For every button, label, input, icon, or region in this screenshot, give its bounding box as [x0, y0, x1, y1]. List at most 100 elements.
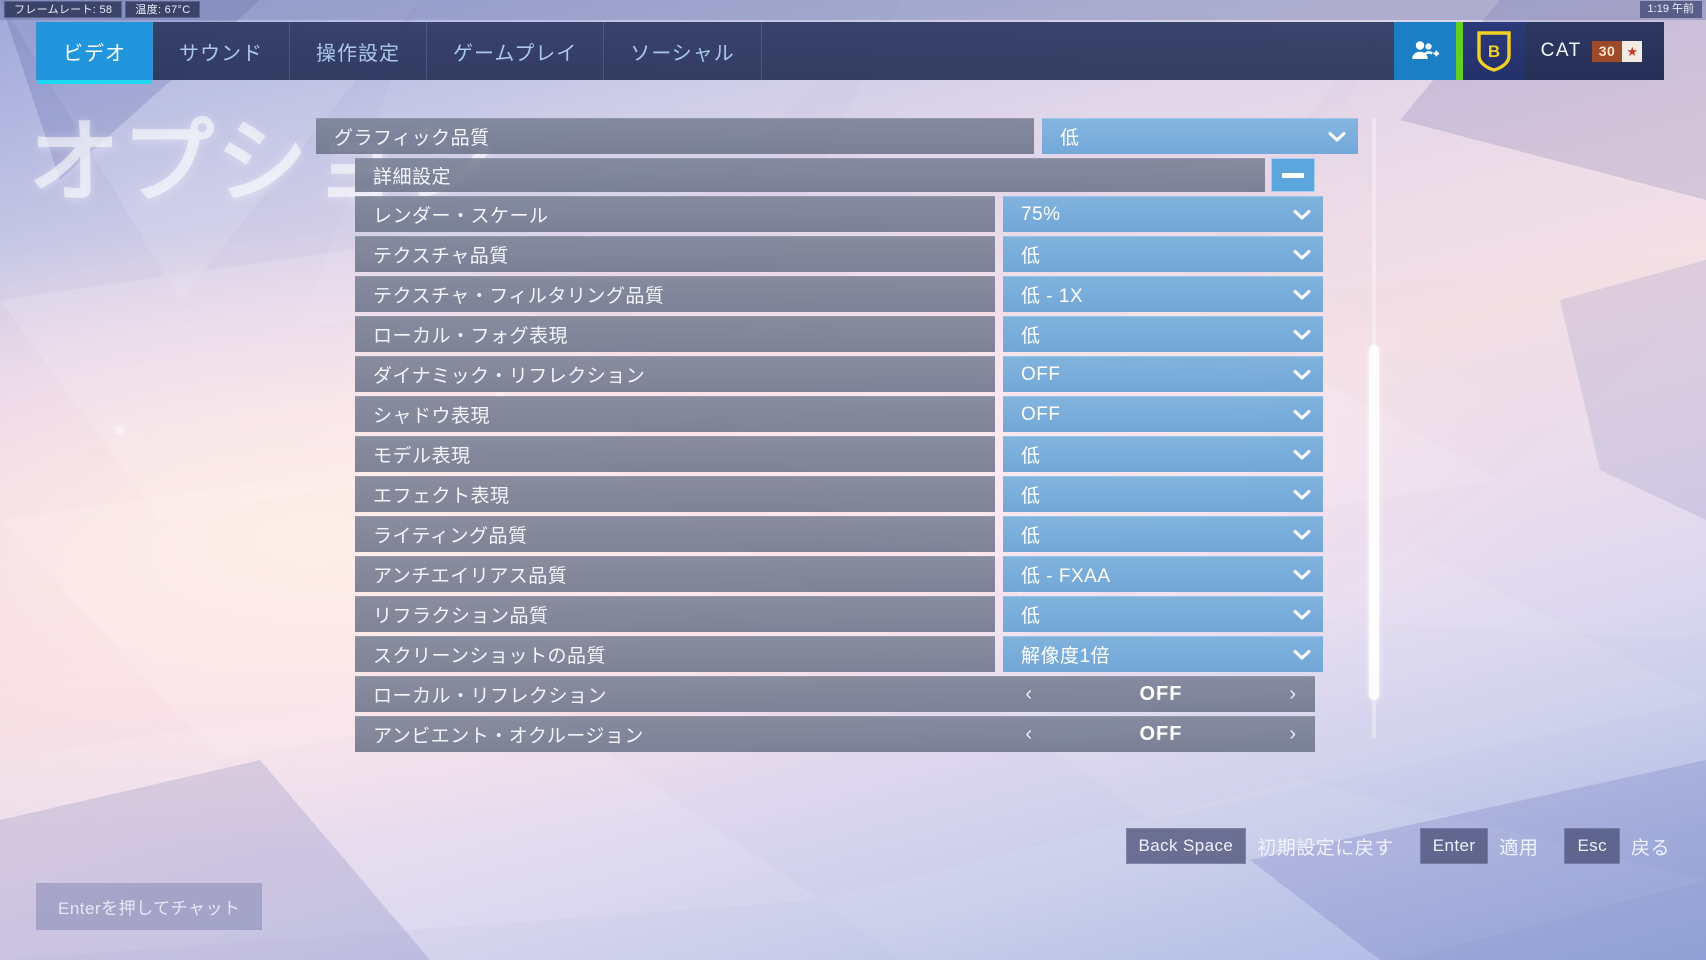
- setting-row-lighting: ライティング品質 低: [355, 516, 1706, 552]
- nav-right-cluster: B CAT 30 ★: [1393, 22, 1664, 80]
- tab-controls[interactable]: 操作設定: [290, 22, 427, 80]
- add-friends-button[interactable]: [1393, 22, 1456, 80]
- render-scale-dropdown[interactable]: 75%: [1003, 196, 1323, 232]
- setting-label: ライティング品質: [355, 516, 995, 552]
- chevron-down-icon: [1293, 526, 1311, 544]
- chevron-down-icon: [1293, 606, 1311, 624]
- lighting-dropdown[interactable]: 低: [1003, 516, 1323, 552]
- setting-label: ローカル・リフレクション: [373, 686, 608, 707]
- settings-scrollbar-thumb[interactable]: [1369, 345, 1379, 700]
- tab-gameplay-label: ゲームプレイ: [453, 42, 578, 65]
- setting-row-render-scale: レンダー・スケール 75%: [355, 196, 1706, 232]
- setting-row-antialiasing: アンチエイリアス品質 低 - FXAA: [355, 556, 1706, 592]
- player-name: CAT: [1540, 40, 1582, 61]
- advanced-settings-label: 詳細設定: [355, 158, 1265, 192]
- setting-label: テクスチャ・フィルタリング品質: [355, 276, 995, 312]
- setting-label: モデル表現: [355, 436, 995, 472]
- setting-label: ダイナミック・リフレクション: [355, 356, 995, 392]
- chevron-down-icon: [1293, 566, 1311, 584]
- footer-action-bar: Back Space 初期設定に戻す Enter 適用 Esc 戻る: [1125, 828, 1670, 864]
- tab-list: ビデオ サウンド 操作設定 ゲームプレイ ソーシャル: [36, 22, 762, 84]
- tab-social[interactable]: ソーシャル: [604, 22, 762, 80]
- options-nav-bar: ビデオ サウンド 操作設定 ゲームプレイ ソーシャル B CAT 30 ★: [36, 22, 1664, 84]
- setting-row-graphic-quality: グラフィック品質 低: [316, 118, 1706, 154]
- player-level-badge: 30 ★: [1591, 40, 1642, 62]
- advanced-collapse-button[interactable]: [1271, 158, 1315, 192]
- setting-label: レンダー・スケール: [355, 196, 995, 232]
- setting-label: シャドウ表現: [355, 396, 995, 432]
- setting-value: 75%: [1021, 203, 1061, 225]
- tab-video-label: ビデオ: [63, 42, 126, 65]
- chevron-down-icon: [1328, 128, 1346, 146]
- setting-row-screenshot-quality: スクリーンショットの品質 解像度1倍: [355, 636, 1706, 672]
- local-reflection-row: ローカル・リフレクション ‹ OFF ›: [355, 676, 1315, 712]
- graphic-quality-dropdown[interactable]: 低: [1042, 118, 1358, 154]
- reset-defaults-action[interactable]: Back Space 初期設定に戻す: [1125, 828, 1394, 864]
- chevron-down-icon: [1293, 246, 1311, 264]
- esc-keycap: Esc: [1564, 828, 1620, 864]
- chevron-down-icon: [1293, 486, 1311, 504]
- system-clock: 1:19 午前: [1639, 1, 1702, 18]
- setting-label: エフェクト表現: [355, 476, 995, 512]
- setting-label: スクリーンショットの品質: [355, 636, 995, 672]
- add-friends-icon: [1411, 41, 1439, 59]
- setting-value: 低: [1021, 326, 1041, 347]
- tab-controls-label: 操作設定: [316, 42, 400, 65]
- setting-row-texture-filtering: テクスチャ・フィルタリング品質 低 - 1X: [355, 276, 1706, 312]
- tab-video[interactable]: ビデオ: [36, 22, 153, 84]
- graphic-quality-value: 低: [1060, 128, 1080, 149]
- back-label: 戻る: [1630, 837, 1670, 859]
- framerate-chip: フレームレート: 58: [4, 1, 123, 18]
- setting-value: 低: [1021, 526, 1041, 547]
- reset-defaults-label: 初期設定に戻す: [1257, 837, 1394, 859]
- texture-filtering-dropdown[interactable]: 低 - 1X: [1003, 276, 1323, 312]
- screenshot-quality-dropdown[interactable]: 解像度1倍: [1003, 636, 1323, 672]
- setting-row-dynamic-reflection: ダイナミック・リフレクション OFF: [355, 356, 1706, 392]
- setting-row-shadow: シャドウ表現 OFF: [355, 396, 1706, 432]
- stepper-next-icon[interactable]: ›: [1279, 677, 1307, 713]
- setting-value: OFF: [1139, 683, 1183, 705]
- setting-label: リフラクション品質: [355, 596, 995, 632]
- back-action[interactable]: Esc 戻る: [1564, 828, 1670, 864]
- setting-value: 低: [1021, 606, 1041, 627]
- apply-label: 適用: [1499, 837, 1539, 859]
- dynamic-reflection-dropdown[interactable]: OFF: [1003, 356, 1323, 392]
- temperature-value: 67°C: [164, 4, 191, 16]
- setting-row-model: モデル表現 低: [355, 436, 1706, 472]
- minus-icon: [1282, 172, 1304, 178]
- stepper-next-icon[interactable]: ›: [1279, 717, 1307, 753]
- tab-sound[interactable]: サウンド: [153, 22, 290, 80]
- chevron-down-icon: [1293, 406, 1311, 424]
- texture-quality-dropdown[interactable]: 低: [1003, 236, 1323, 272]
- stepper-prev-icon[interactable]: ‹: [1015, 717, 1043, 753]
- chat-hint-button[interactable]: Enterを押してチャット: [36, 883, 263, 930]
- antialiasing-dropdown[interactable]: 低 - FXAA: [1003, 556, 1323, 592]
- setting-value: 低 - FXAA: [1021, 566, 1111, 587]
- setting-label: アンチエイリアス品質: [355, 556, 995, 592]
- star-icon: ★: [1622, 40, 1642, 62]
- stepper-prev-icon[interactable]: ‹: [1015, 677, 1043, 713]
- model-dropdown[interactable]: 低: [1003, 436, 1323, 472]
- refraction-dropdown[interactable]: 低: [1003, 596, 1323, 632]
- setting-value: OFF: [1021, 403, 1061, 425]
- setting-row-texture-quality: テクスチャ品質 低: [355, 236, 1706, 272]
- setting-row-local-reflection: ローカル・リフレクション ‹ OFF ›: [355, 676, 1706, 712]
- local-fog-dropdown[interactable]: 低: [1003, 316, 1323, 352]
- setting-label: アンビエント・オクルージョン: [373, 726, 644, 747]
- setting-value: OFF: [1139, 723, 1183, 745]
- video-settings-panel: グラフィック品質 低 詳細設定 レンダー・スケール 75% テクスチャ品質 低 …: [0, 118, 1706, 756]
- setting-row-effects: エフェクト表現 低: [355, 476, 1706, 512]
- tab-gameplay[interactable]: ゲームプレイ: [427, 22, 605, 80]
- clan-badge[interactable]: B: [1462, 22, 1525, 80]
- chat-hint-label: Enterを押してチャット: [58, 899, 241, 918]
- player-info[interactable]: CAT 30 ★: [1524, 22, 1664, 80]
- setting-row-ambient-occlusion: アンビエント・オクルージョン ‹ OFF ›: [355, 716, 1706, 752]
- apply-action[interactable]: Enter 適用: [1419, 828, 1539, 864]
- shadow-dropdown[interactable]: OFF: [1003, 396, 1323, 432]
- ambient-occlusion-stepper: ‹ OFF ›: [1015, 717, 1315, 753]
- effects-dropdown[interactable]: 低: [1003, 476, 1323, 512]
- setting-value: 低 - 1X: [1021, 286, 1084, 307]
- local-reflection-stepper: ‹ OFF ›: [1015, 677, 1315, 713]
- setting-label: ローカル・フォグ表現: [355, 316, 995, 352]
